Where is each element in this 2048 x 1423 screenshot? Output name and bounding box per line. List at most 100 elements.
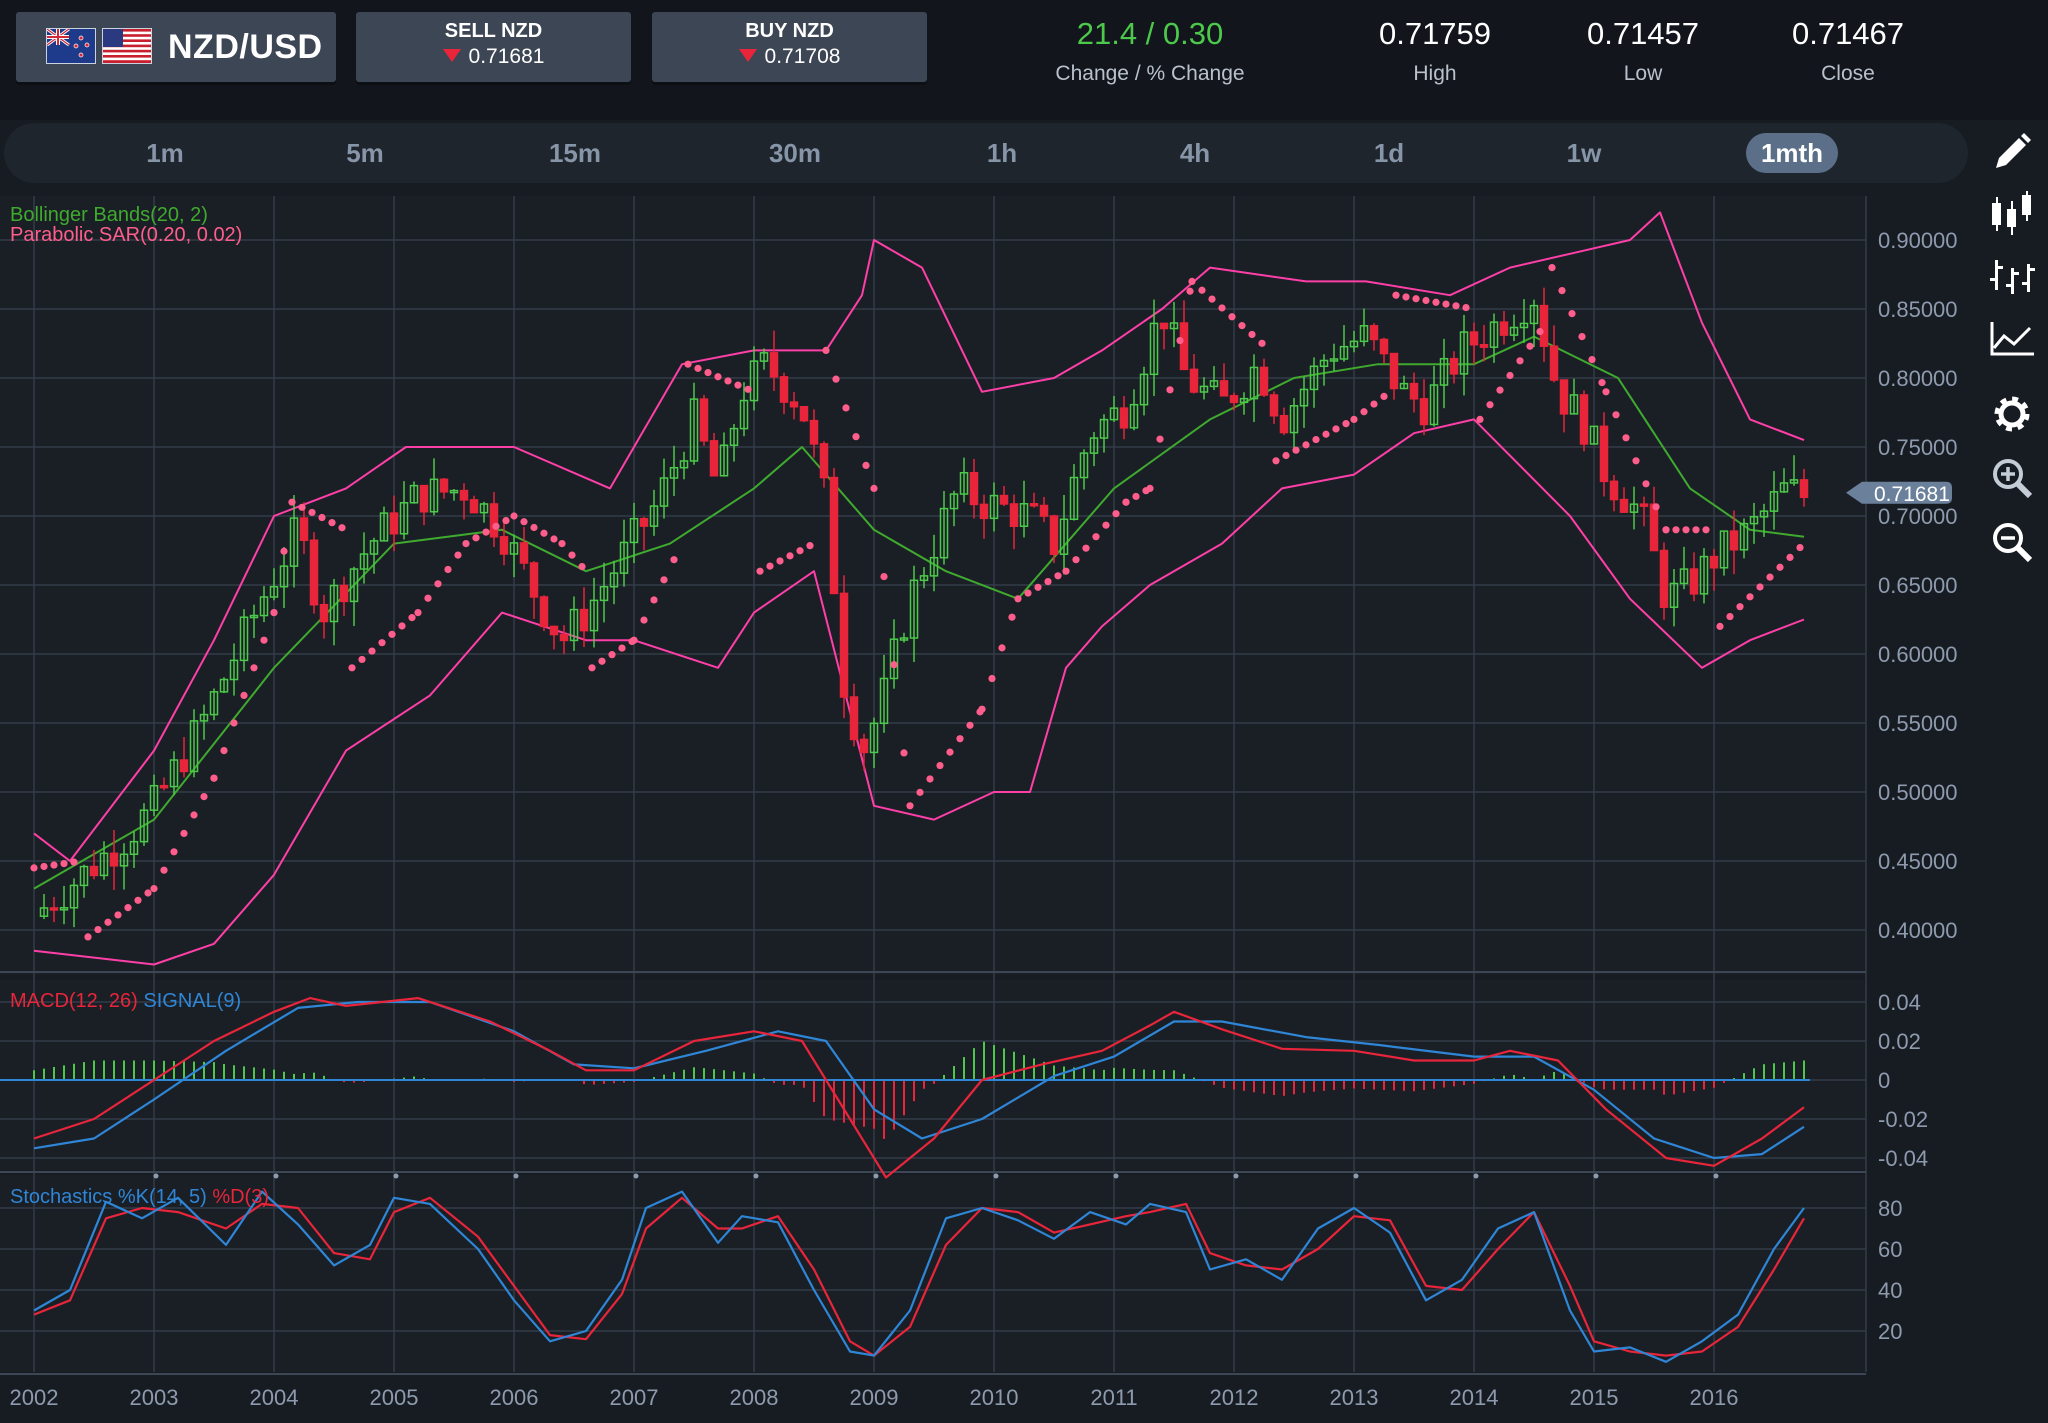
sar-dot xyxy=(916,788,924,796)
sar-dot xyxy=(520,518,528,526)
candle-down xyxy=(579,608,589,632)
sar-dot xyxy=(786,552,794,560)
sar-dot xyxy=(578,563,586,571)
candle-down xyxy=(339,584,349,603)
sar-dot xyxy=(608,651,616,659)
sar-dot xyxy=(1024,589,1032,597)
candle-down xyxy=(1269,394,1279,417)
candle-down xyxy=(419,484,429,513)
sar-dot xyxy=(1370,400,1378,408)
candle-down xyxy=(549,625,559,636)
sar-dot xyxy=(200,793,208,801)
y-tick-label: 0.40000 xyxy=(1878,918,1958,943)
sar-dot xyxy=(1632,457,1640,465)
sar-dot xyxy=(378,639,386,647)
stoch-d-legend: %D(3) xyxy=(212,1186,269,1208)
sar-dot xyxy=(492,522,500,530)
sar-dot xyxy=(1612,411,1620,419)
candle-down xyxy=(1049,515,1059,555)
candle-down xyxy=(709,440,719,477)
candle-down xyxy=(559,633,569,642)
sar-dot xyxy=(1548,264,1556,272)
candle-down xyxy=(1119,407,1129,429)
sar-dot xyxy=(1692,526,1700,534)
candle-down xyxy=(809,419,819,445)
x-tick-label: 2005 xyxy=(370,1385,419,1410)
panel-divider-dot xyxy=(753,1173,759,1179)
sar-dot xyxy=(298,503,306,511)
sar-dot xyxy=(870,484,878,492)
candle-down xyxy=(829,476,839,595)
sar-dot xyxy=(988,674,996,683)
candle-down xyxy=(1029,503,1039,507)
candle-down xyxy=(49,907,59,911)
candle-down xyxy=(779,376,789,403)
candle-down xyxy=(839,592,849,698)
sar-dot xyxy=(1588,356,1596,364)
sar-dot xyxy=(134,896,142,904)
sar-dot xyxy=(260,636,268,644)
sar-dot xyxy=(1072,556,1080,564)
panel-divider-dot xyxy=(633,1173,639,1179)
sar-dot xyxy=(398,622,406,630)
candle-down xyxy=(439,478,449,493)
x-tick-label: 2009 xyxy=(850,1385,899,1410)
candle-down xyxy=(1689,568,1699,595)
sar-dot xyxy=(1392,291,1400,299)
sar-dot xyxy=(288,498,296,506)
sar-dot xyxy=(434,580,442,588)
sar-dot xyxy=(1302,441,1310,449)
sar-dot xyxy=(1258,339,1266,347)
sar-dot xyxy=(862,461,870,469)
candle-down xyxy=(699,398,709,442)
sar-dot xyxy=(414,609,422,617)
candle-down xyxy=(1409,382,1419,400)
sar-dot xyxy=(1054,572,1062,580)
y-tick-label: 0.75000 xyxy=(1878,435,1958,460)
sar-dot xyxy=(1360,408,1368,416)
panel-divider-dot xyxy=(993,1173,999,1179)
sar-dot xyxy=(1756,583,1764,591)
sar-dot xyxy=(1198,286,1206,294)
candle-down xyxy=(1499,321,1509,336)
sar-dot xyxy=(1008,613,1016,621)
sar-dot xyxy=(1092,533,1100,541)
sar-dot xyxy=(530,523,538,532)
sar-dot xyxy=(806,542,814,550)
candle-down xyxy=(1799,479,1809,499)
sar-dot xyxy=(1486,401,1494,409)
candle-down xyxy=(1379,338,1389,355)
y-tick-label: 0.80000 xyxy=(1878,366,1958,391)
sar-dot xyxy=(978,705,986,713)
sar-dot xyxy=(40,862,48,871)
sar-dot xyxy=(1146,484,1154,492)
candle-down xyxy=(1449,357,1459,375)
sar-dot xyxy=(388,630,396,638)
sar-dot xyxy=(1702,526,1710,534)
sar-dot xyxy=(510,512,518,520)
x-tick-label: 2016 xyxy=(1690,1385,1739,1410)
sar-dot xyxy=(776,557,784,565)
sar-dot xyxy=(50,861,58,869)
sar-dot xyxy=(832,375,840,383)
y-tick-label: 0.04 xyxy=(1878,990,1921,1015)
candle-down xyxy=(1159,322,1169,330)
sar-dot xyxy=(70,858,78,866)
candle-down xyxy=(969,471,979,506)
sar-dot xyxy=(670,556,678,564)
sar-dot xyxy=(1516,357,1524,365)
sar-dot xyxy=(684,360,692,368)
sar-dot xyxy=(1476,415,1484,423)
y-tick-label: 0.55000 xyxy=(1878,711,1958,736)
price-chart[interactable]: 2002 2003 2004 2005 2006 2007 2008 2009 2010 2011… xyxy=(0,0,2048,1423)
sar-dot xyxy=(588,664,596,672)
sar-dot xyxy=(550,535,558,543)
candle-down xyxy=(299,517,309,542)
y-tick-label: -0.04 xyxy=(1878,1146,1928,1171)
sar-dot xyxy=(1102,521,1110,529)
candle-down xyxy=(639,517,649,527)
candle-down xyxy=(1179,322,1189,371)
sar-dot xyxy=(744,385,752,393)
x-tick-label: 2008 xyxy=(730,1385,779,1410)
x-tick-label: 2010 xyxy=(970,1385,1019,1410)
